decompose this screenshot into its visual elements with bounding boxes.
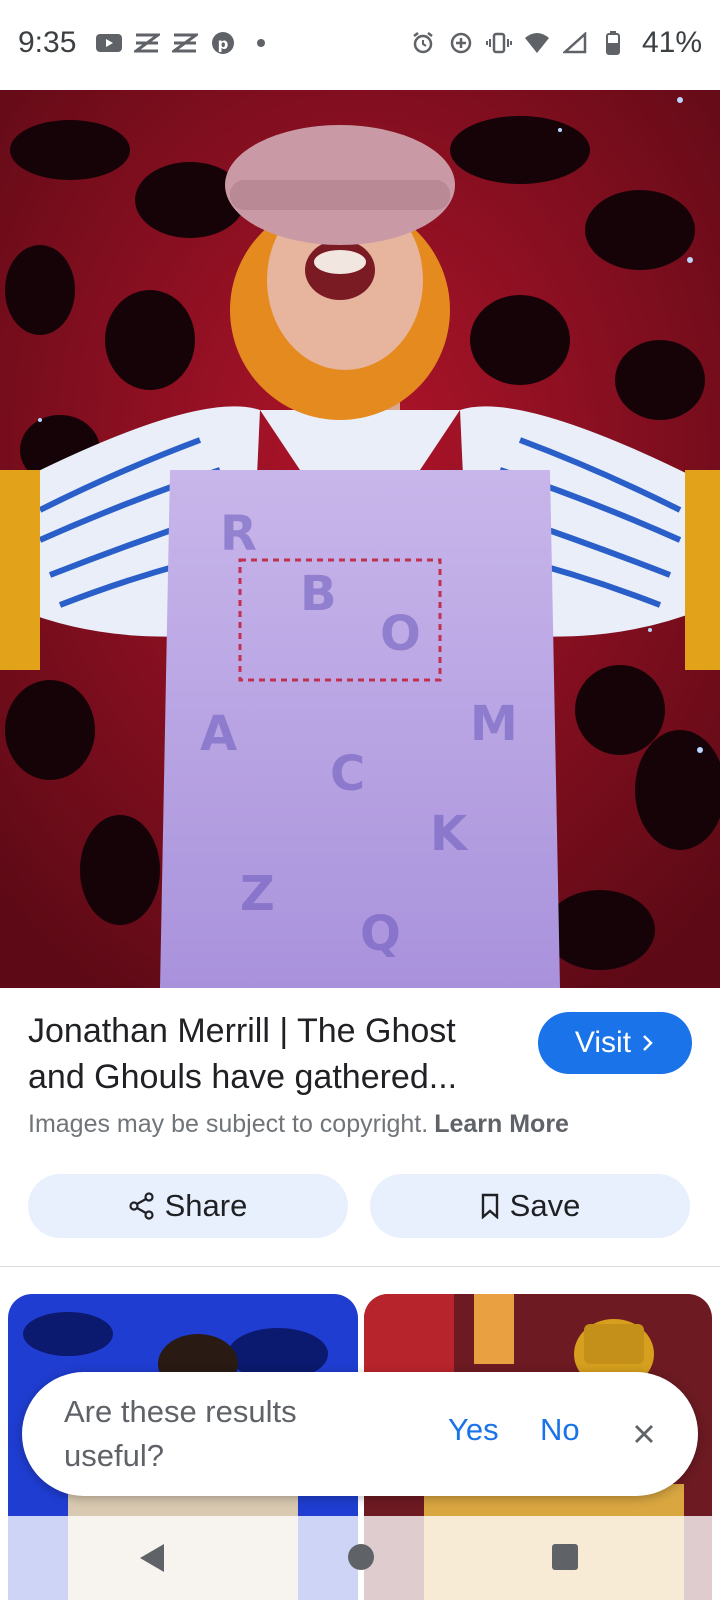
battery-percent: 41% <box>641 26 702 59</box>
status-bar: 9:35 p 41% <box>0 0 720 90</box>
share-icon <box>129 1192 154 1220</box>
svg-text:K: K <box>430 806 469 862</box>
pinterest-icon: p <box>210 30 236 56</box>
divider <box>0 1266 720 1267</box>
home-icon[interactable] <box>348 1544 374 1570</box>
back-icon[interactable] <box>138 1542 168 1579</box>
share-label: Share <box>164 1188 248 1223</box>
alarm-icon <box>410 30 436 56</box>
visit-button[interactable]: Visit <box>538 1012 692 1074</box>
battery-icon <box>600 30 626 56</box>
signal-icon <box>562 30 588 56</box>
svg-text:A: A <box>200 706 237 762</box>
copyright-text: Images may be subject to copyright. <box>28 1110 429 1138</box>
svg-text:Q: Q <box>360 906 401 962</box>
svg-text:C: C <box>330 746 365 802</box>
navigation-bar <box>0 1516 720 1600</box>
performer-photo: RBO A C K Z Q M <box>0 90 720 988</box>
svg-text:M: M <box>470 696 518 752</box>
save-button[interactable]: Save <box>370 1174 690 1238</box>
feedback-card: Are these results useful? Yes No <box>22 1372 698 1496</box>
notification-icon <box>172 30 198 56</box>
status-icons-right <box>410 30 626 56</box>
youtube-icon <box>96 30 122 56</box>
bookmark-icon <box>481 1193 498 1219</box>
svg-text:B: B <box>300 566 337 622</box>
copyright-notice: Images may be subject to copyright. Learn… <box>28 1110 569 1139</box>
share-button[interactable]: Share <box>28 1174 348 1238</box>
save-label: Save <box>509 1188 581 1223</box>
feedback-no-button[interactable]: No <box>540 1412 580 1448</box>
learn-more-link[interactable]: Learn More <box>434 1110 569 1138</box>
visit-label: Visit <box>574 1026 632 1059</box>
chevron-right-icon <box>643 1035 653 1051</box>
notification-icon <box>134 30 160 56</box>
svg-text:p: p <box>218 35 229 53</box>
feedback-question: Are these results useful? <box>64 1394 297 1473</box>
wifi-icon <box>524 30 550 56</box>
svg-text:Z: Z <box>240 866 275 922</box>
close-icon[interactable] <box>626 1416 662 1452</box>
result-image[interactable]: RBO A C K Z Q M <box>0 90 720 988</box>
feedback-yes-button[interactable]: Yes <box>448 1412 499 1448</box>
data-saver-icon <box>448 30 474 56</box>
recents-icon[interactable] <box>552 1544 578 1570</box>
svg-text:R: R <box>220 506 257 562</box>
vibrate-icon <box>486 30 512 56</box>
dot-icon <box>248 30 274 56</box>
svg-text:O: O <box>380 606 421 662</box>
status-time: 9:35 <box>18 26 77 59</box>
status-icons-left: p <box>96 30 274 56</box>
result-title[interactable]: Jonathan Merrill | The Ghost and Ghouls … <box>28 1008 518 1100</box>
